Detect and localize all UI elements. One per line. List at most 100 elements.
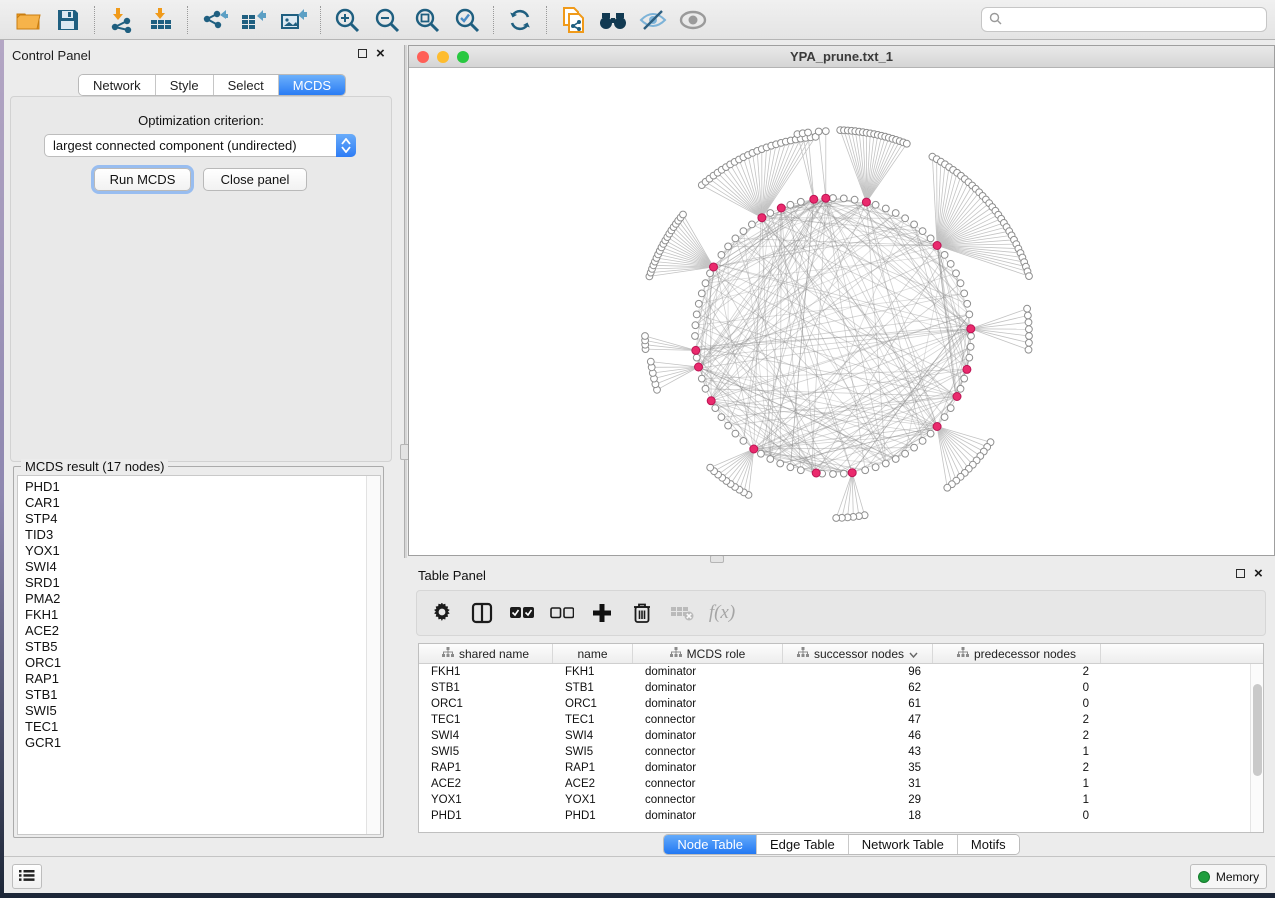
- zoom-out-icon[interactable]: [367, 4, 407, 36]
- export-table-icon[interactable]: [234, 4, 274, 36]
- column-header-MCDS-role[interactable]: MCDS role: [633, 644, 783, 663]
- cell-name[interactable]: ACE2: [553, 778, 633, 790]
- task-history-button[interactable]: [12, 864, 42, 889]
- table-row[interactable]: SWI5SWI5connector431: [419, 744, 1263, 760]
- tab-network-table[interactable]: Network Table: [849, 835, 958, 854]
- cell-predecessor_nodes[interactable]: 2: [933, 762, 1101, 774]
- cell-successor_nodes[interactable]: 96: [783, 666, 933, 678]
- import-table-icon[interactable]: [141, 4, 181, 36]
- cell-name[interactable]: STB1: [553, 682, 633, 694]
- cell-name[interactable]: SWI5: [553, 746, 633, 758]
- mcds-result-item[interactable]: ACE2: [25, 623, 366, 639]
- cell-predecessor_nodes[interactable]: 0: [933, 810, 1101, 822]
- mcds-result-item[interactable]: SWI5: [25, 703, 366, 719]
- close-panel-button[interactable]: Close panel: [203, 168, 307, 191]
- cell-successor_nodes[interactable]: 29: [783, 794, 933, 806]
- mcds-result-item[interactable]: FKH1: [25, 607, 366, 623]
- cell-successor_nodes[interactable]: 46: [783, 730, 933, 742]
- cell-predecessor_nodes[interactable]: 1: [933, 794, 1101, 806]
- mcds-result-item[interactable]: YOX1: [25, 543, 366, 559]
- network-view-titlebar[interactable]: YPA_prune.txt_1: [409, 46, 1274, 68]
- cell-successor_nodes[interactable]: 47: [783, 714, 933, 726]
- cell-predecessor_nodes[interactable]: 1: [933, 778, 1101, 790]
- tab-style[interactable]: Style: [156, 75, 214, 95]
- cell-mcds_role[interactable]: connector: [633, 714, 783, 726]
- deselect-all-icon[interactable]: [547, 596, 577, 630]
- cell-name[interactable]: PHD1: [553, 810, 633, 822]
- table-row[interactable]: RAP1RAP1dominator352: [419, 760, 1263, 776]
- mcds-result-item[interactable]: STP4: [25, 511, 366, 527]
- cell-predecessor_nodes[interactable]: 0: [933, 698, 1101, 710]
- table-row[interactable]: TEC1TEC1connector472: [419, 712, 1263, 728]
- show-hide-icon[interactable]: [633, 4, 673, 36]
- column-header-shared-name[interactable]: shared name: [419, 644, 553, 663]
- cell-predecessor_nodes[interactable]: 1: [933, 746, 1101, 758]
- cell-mcds_role[interactable]: connector: [633, 794, 783, 806]
- tab-motifs[interactable]: Motifs: [958, 835, 1019, 854]
- table-row[interactable]: FKH1FKH1dominator962: [419, 664, 1263, 680]
- cell-mcds_role[interactable]: dominator: [633, 698, 783, 710]
- search-input[interactable]: [1007, 13, 1259, 27]
- cell-mcds_role[interactable]: dominator: [633, 682, 783, 694]
- zoom-fit-icon[interactable]: [407, 4, 447, 36]
- optimization-criterion-select[interactable]: largest connected component (undirected): [44, 134, 356, 157]
- sort-chevron-icon[interactable]: [909, 647, 918, 661]
- node-table-scrollbar-thumb[interactable]: [1253, 684, 1262, 776]
- cell-shared_name[interactable]: YOX1: [419, 794, 553, 806]
- cell-mcds_role[interactable]: dominator: [633, 810, 783, 822]
- mcds-result-item[interactable]: PHD1: [25, 479, 366, 495]
- cell-shared_name[interactable]: SWI4: [419, 730, 553, 742]
- tab-edge-table[interactable]: Edge Table: [757, 835, 849, 854]
- tab-select[interactable]: Select: [214, 75, 279, 95]
- mcds-result-item[interactable]: STB5: [25, 639, 366, 655]
- mcds-result-item[interactable]: SRD1: [25, 575, 366, 591]
- control-panel-close-icon[interactable]: ×: [376, 49, 385, 58]
- table-panel-float-icon[interactable]: [1236, 569, 1245, 578]
- cell-predecessor_nodes[interactable]: 0: [933, 682, 1101, 694]
- tab-network[interactable]: Network: [79, 75, 156, 95]
- column-visibility-icon[interactable]: [467, 596, 497, 630]
- cell-shared_name[interactable]: ORC1: [419, 698, 553, 710]
- import-network-icon[interactable]: [101, 4, 141, 36]
- mcds-result-item[interactable]: CAR1: [25, 495, 366, 511]
- tab-mcds[interactable]: MCDS: [279, 75, 345, 95]
- search-box[interactable]: [981, 7, 1267, 32]
- cell-predecessor_nodes[interactable]: 2: [933, 714, 1101, 726]
- cell-mcds_role[interactable]: connector: [633, 778, 783, 790]
- column-header-name[interactable]: name: [553, 644, 633, 663]
- cell-mcds_role[interactable]: dominator: [633, 666, 783, 678]
- table-row[interactable]: YOX1YOX1connector291: [419, 792, 1263, 808]
- vertical-splitter[interactable]: [404, 45, 407, 558]
- cell-successor_nodes[interactable]: 62: [783, 682, 933, 694]
- network-canvas[interactable]: [409, 68, 1274, 555]
- tab-node-table[interactable]: Node Table: [664, 835, 757, 854]
- cell-shared_name[interactable]: SWI5: [419, 746, 553, 758]
- cell-shared_name[interactable]: FKH1: [419, 666, 553, 678]
- table-panel-close-icon[interactable]: ×: [1254, 569, 1263, 578]
- cell-shared_name[interactable]: RAP1: [419, 762, 553, 774]
- column-header-successor-nodes[interactable]: successor nodes: [783, 644, 933, 663]
- mcds-result-item[interactable]: PMA2: [25, 591, 366, 607]
- cell-successor_nodes[interactable]: 35: [783, 762, 933, 774]
- table-row[interactable]: ORC1ORC1dominator610: [419, 696, 1263, 712]
- cell-successor_nodes[interactable]: 18: [783, 810, 933, 822]
- cell-successor_nodes[interactable]: 31: [783, 778, 933, 790]
- cell-shared_name[interactable]: ACE2: [419, 778, 553, 790]
- add-column-icon[interactable]: [587, 596, 617, 630]
- mcds-result-item[interactable]: RAP1: [25, 671, 366, 687]
- mcds-result-item[interactable]: SWI4: [25, 559, 366, 575]
- export-network-icon[interactable]: [194, 4, 234, 36]
- table-row[interactable]: ACE2ACE2connector311: [419, 776, 1263, 792]
- delete-column-icon[interactable]: [627, 596, 657, 630]
- mcds-result-item[interactable]: ORC1: [25, 655, 366, 671]
- cell-shared_name[interactable]: PHD1: [419, 810, 553, 822]
- control-panel-float-icon[interactable]: [358, 49, 367, 58]
- table-settings-icon[interactable]: [427, 596, 457, 630]
- open-file-icon[interactable]: [8, 4, 48, 36]
- save-session-icon[interactable]: [48, 4, 88, 36]
- cell-shared_name[interactable]: TEC1: [419, 714, 553, 726]
- zoom-selected-icon[interactable]: [447, 4, 487, 36]
- mcds-result-scrollbar[interactable]: [366, 476, 380, 834]
- select-all-icon[interactable]: [507, 596, 537, 630]
- cell-name[interactable]: ORC1: [553, 698, 633, 710]
